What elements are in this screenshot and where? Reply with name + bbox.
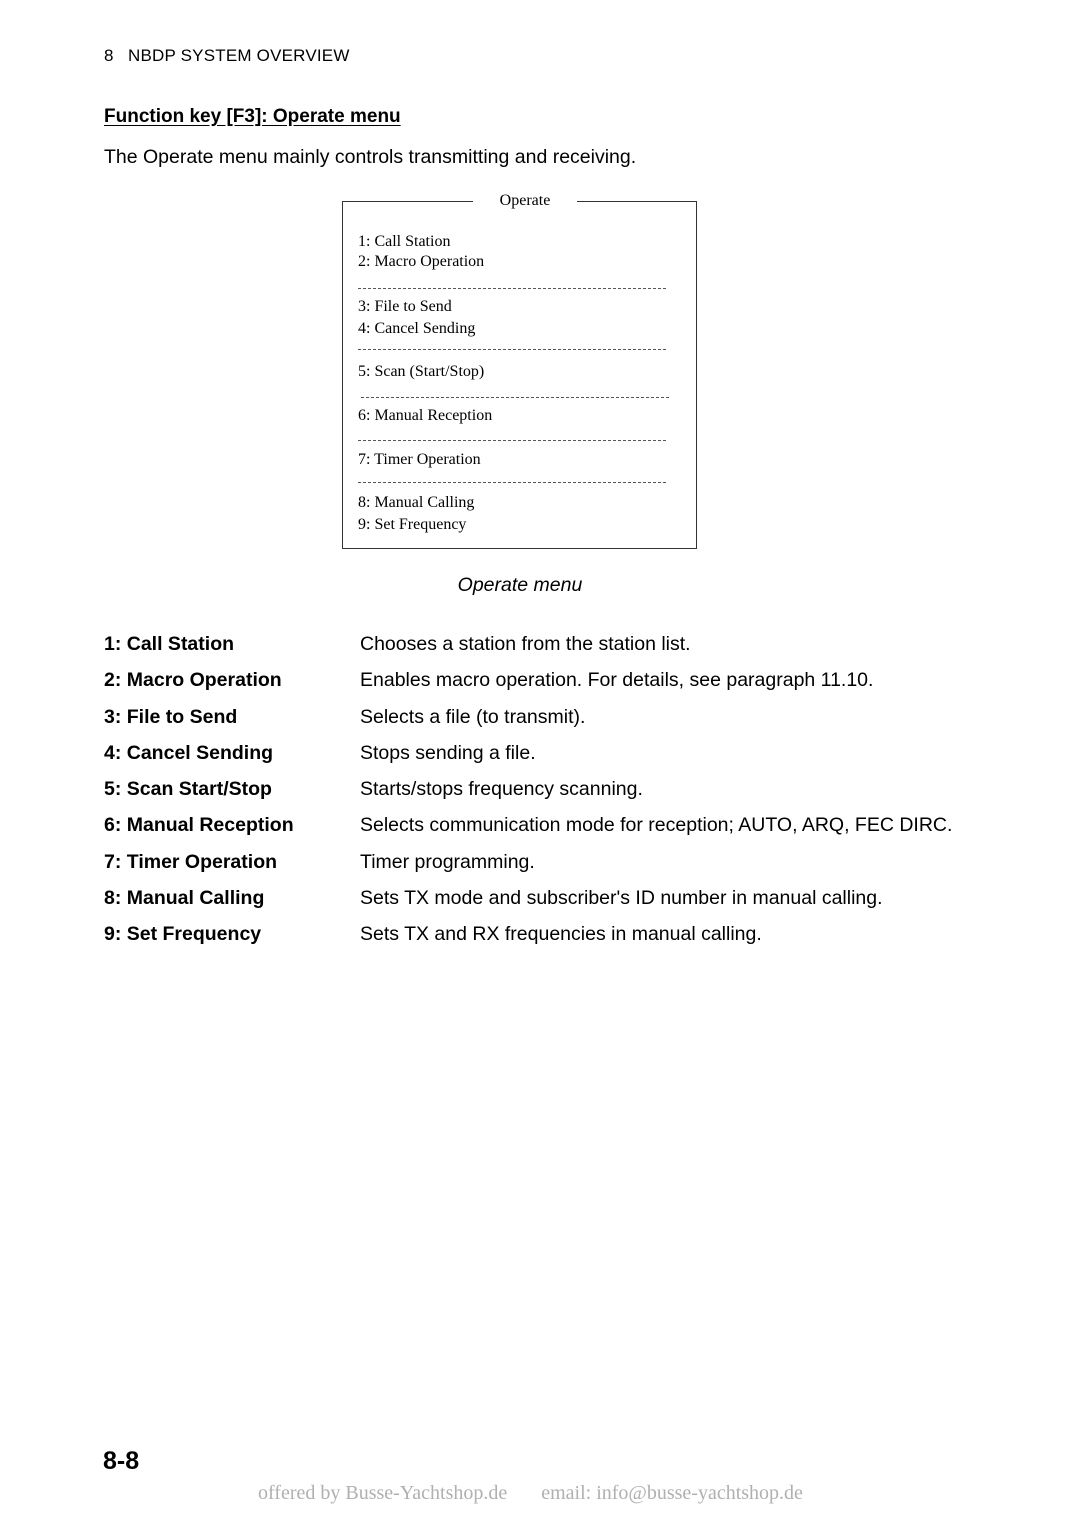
description-term: 8: Manual Calling [104,887,265,910]
description-row: 5: Scan Start/Stop Starts/stops frequenc… [104,776,964,803]
description-term: 4: Cancel Sending [104,741,274,764]
description-row: 6: Manual Reception Selects communicatio… [104,812,964,839]
description-definition: Chooses a station from the station list. [360,633,691,655]
description-row: 1: Call Station Chooses a station from t… [104,631,964,658]
description-definition: Selects a file (to transmit). [360,705,586,728]
description-term: 3: File to Send [104,705,238,728]
figure-caption: Operate menu [457,574,583,596]
menu-divider [361,397,669,398]
description-definition: Stops sending a file. [360,741,536,764]
menu-box-title: Operate [473,191,577,211]
menu-item-file-to-send: 3: File to Send [358,298,452,315]
description-definition: Starts/stops frequency scanning. [360,778,643,801]
menu-item-cancel-sending: 4: Cancel Sending [358,320,476,337]
section-intro: The Operate menu mainly controls transmi… [104,146,637,168]
description-row: 8: Manual Calling Sets TX mode and subsc… [104,885,964,912]
menu-divider [358,440,666,441]
footer-watermark: offered by Busse-Yachtshop.de email: info… [258,1482,803,1505]
menu-item-set-frequency: 9: Set Frequency [358,516,467,533]
description-row: 9: Set Frequency Sets TX and RX frequenc… [104,921,964,948]
section-title: Function key [F3]: Operate menu [104,106,401,127]
description-definition: Sets TX and RX frequencies in manual cal… [360,923,762,946]
description-row: 4: Cancel Sending Stops sending a file. [104,740,964,767]
description-term: 9: Set Frequency [104,923,262,946]
menu-item-manual-reception: 6: Manual Reception [358,407,493,424]
menu-item-manual-calling: 8: Manual Calling [358,494,475,511]
menu-item-macro-operation: 2: Macro Operation [358,253,485,270]
page-number: 8-8 [103,1447,140,1475]
description-term: 5: Scan Start/Stop [104,778,272,801]
description-term: 1: Call Station [104,633,235,655]
description-row: 7: Timer Operation Timer programming. [104,849,964,876]
menu-divider [358,349,666,350]
description-list: 1: Call Station Chooses a station from t… [104,631,964,958]
description-row: 2: Macro Operation Enables macro operati… [104,667,964,694]
menu-item-timer-operation: 7: Timer Operation [358,451,481,468]
description-row: 3: File to Send Selects a file (to trans… [104,704,964,731]
running-head: 8 NBDP SYSTEM OVERVIEW [104,46,350,66]
description-term: 2: Macro Operation [104,669,282,692]
menu-divider [358,288,666,289]
description-definition: Selects communication mode for reception… [360,814,953,837]
description-term: 7: Timer Operation [104,850,278,873]
description-term: 6: Manual Reception [104,814,294,837]
footer-email: email: info@busse-yachtshop.de [541,1482,803,1504]
footer-offered-by: offered by Busse-Yachtshop.de [258,1482,508,1504]
operate-menu-box: Operate 1: Call Station 2: Macro Operati… [342,191,697,549]
description-definition: Sets TX mode and subscriber's ID number … [360,887,883,910]
chapter-title: NBDP SYSTEM OVERVIEW [128,46,350,65]
description-definition: Timer programming. [360,850,535,873]
description-definition: Enables macro operation. For details, se… [360,669,874,692]
menu-divider [358,482,666,483]
menu-item-scan: 5: Scan (Start/Stop) [358,363,485,380]
menu-item-call-station: 1: Call Station [358,233,451,250]
chapter-number: 8 [104,46,114,65]
